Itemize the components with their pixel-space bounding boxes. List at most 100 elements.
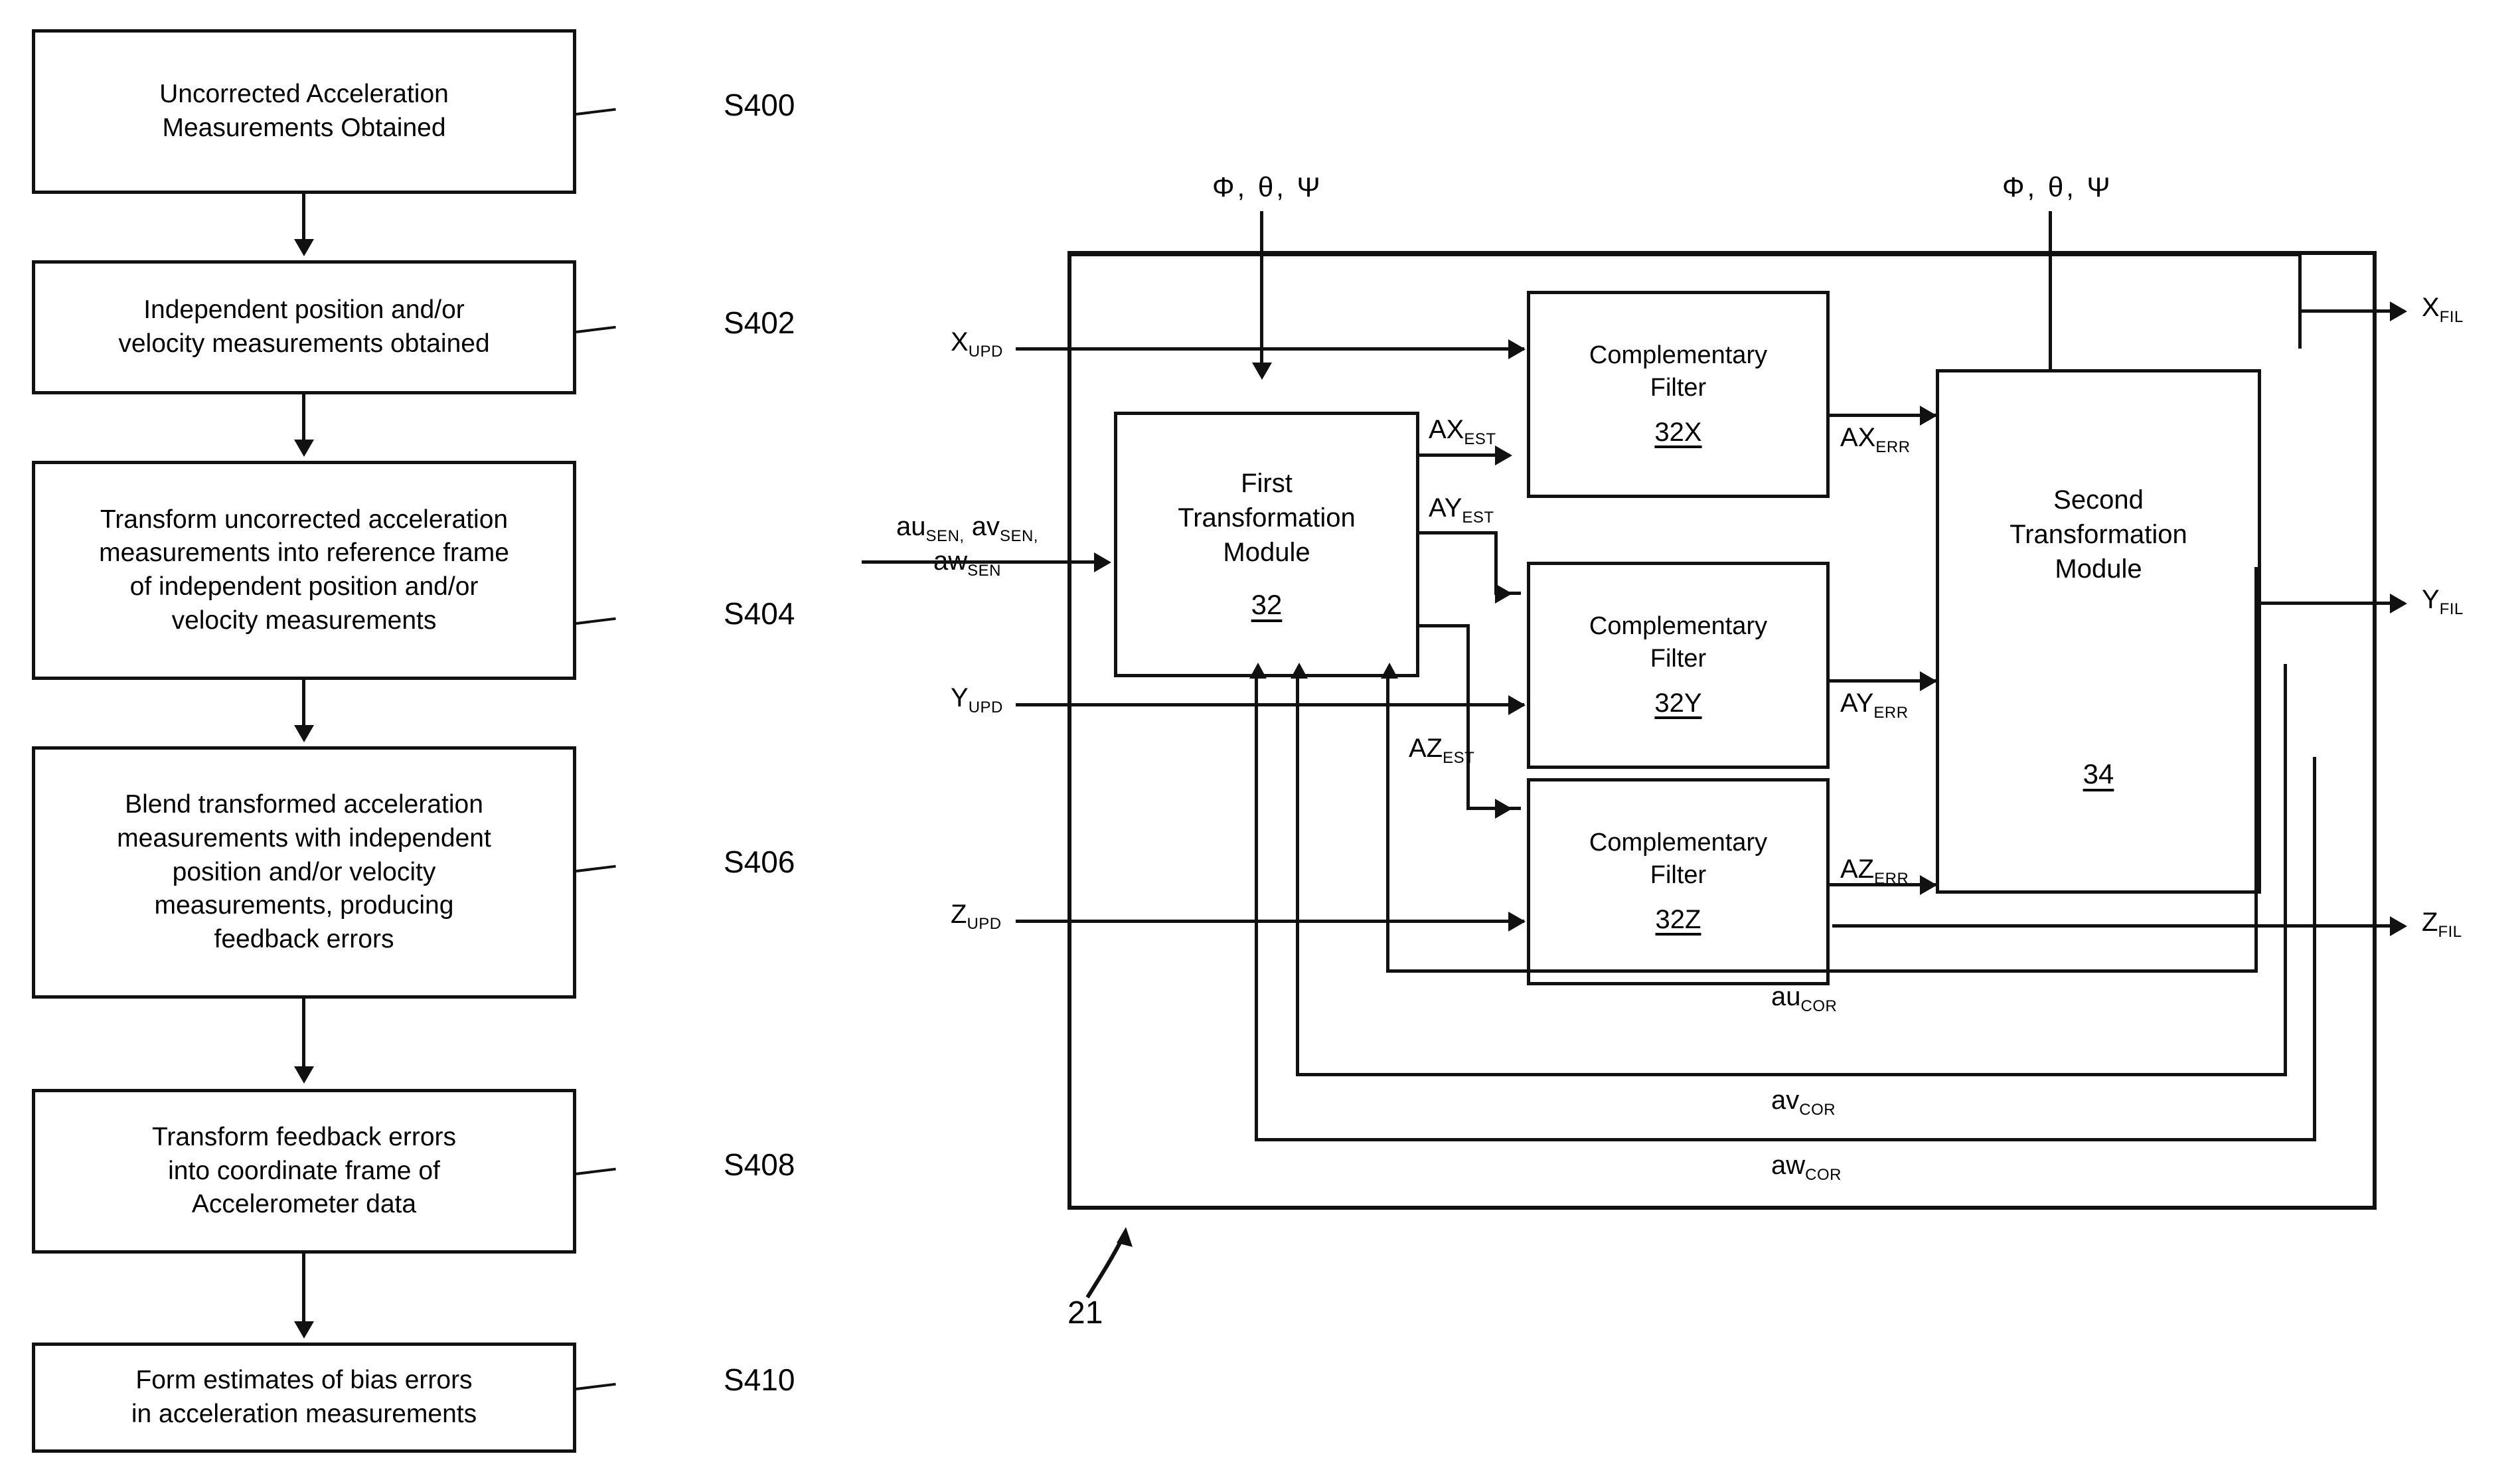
z-upd-line xyxy=(1016,920,1524,923)
flow-connector-5 xyxy=(302,1254,305,1325)
first-transformation-module: First Transformation Module 32 xyxy=(1114,412,1419,677)
ay-err-arrow xyxy=(1920,671,1937,691)
second-transformation-module-number-wrap: 34 xyxy=(1939,756,2258,793)
z-upd-sub: UPD xyxy=(967,915,1002,933)
first-transformation-module-label: First Transformation Module 32 xyxy=(1168,466,1365,623)
au-cor-label: auCOR xyxy=(1771,981,1837,1016)
aw-cor-sub: COR xyxy=(1805,1166,1842,1184)
x-fil-arrow xyxy=(2390,301,2407,321)
x-fil-label: XFIL xyxy=(2422,292,2464,327)
flow-step-s400-id: S400 xyxy=(724,88,795,122)
av-cor-label: avCOR xyxy=(1771,1085,1836,1119)
flow-step-s410-id: S410 xyxy=(724,1362,795,1397)
av-cor-arrow xyxy=(1291,663,1308,679)
az-est-seg-h2 xyxy=(1466,807,1521,810)
au-cor-base: au xyxy=(1771,982,1801,1011)
complementary-filter-32y: Complementary Filter 32Y xyxy=(1527,562,1830,769)
z-fil-line-inner xyxy=(1832,924,2404,928)
leader-s402 xyxy=(576,325,616,333)
ay-est-seg-h1 xyxy=(1419,531,1498,534)
av-cor-bottom xyxy=(1296,1073,2287,1076)
flow-step-s408-id: S408 xyxy=(724,1147,795,1182)
first-transformation-module-number: 32 xyxy=(1251,588,1283,620)
second-transformation-module-number: 34 xyxy=(2083,758,2114,789)
system-ref-number: 21 xyxy=(1067,1295,1103,1331)
az-est-arrow xyxy=(1495,799,1512,819)
az-err-base: AZ xyxy=(1840,855,1875,884)
flow-step-s406-id: S406 xyxy=(724,845,795,879)
ay-est-sub: EST xyxy=(1462,509,1494,527)
flow-step-s400-text: Uncorrected Acceleration Measurements Ob… xyxy=(159,80,449,142)
az-est-seg-v xyxy=(1466,624,1470,810)
flow-step-s406: Blend transformed acceleration measureme… xyxy=(32,746,576,999)
ay-err-base: AY xyxy=(1840,689,1874,718)
aw-sub: SEN xyxy=(967,561,1001,580)
az-est-seg-h1 xyxy=(1419,624,1470,627)
au-sub: SEN, xyxy=(925,527,965,545)
complementary-filter-32z-label: Complementary Filter 32Z xyxy=(1580,827,1776,938)
av-base: av xyxy=(971,512,1000,541)
ay-est-base: AY xyxy=(1429,493,1462,523)
z-fil-arrow xyxy=(2390,916,2407,936)
ay-err-sub: ERR xyxy=(1873,704,1909,722)
attitude-input-right-label: Φ, θ, Ψ xyxy=(2002,171,2113,203)
aw-cor-label: awCOR xyxy=(1771,1150,1842,1185)
flow-arrow-2 xyxy=(294,440,314,457)
attitude-input-left-label: Φ, θ, Ψ xyxy=(1212,171,1323,203)
flow-step-s404-id: S404 xyxy=(724,596,795,631)
av-cor-riser-right xyxy=(2284,664,2287,1076)
aw-cor-bottom xyxy=(1255,1138,2316,1141)
ay-est-arrow xyxy=(1495,584,1512,604)
flow-step-s400: Uncorrected Acceleration Measurements Ob… xyxy=(32,29,576,194)
y-fil-sub: FIL xyxy=(2439,600,2464,618)
az-err-label: AZERR xyxy=(1840,854,1909,888)
flow-arrow-3 xyxy=(294,725,314,742)
ax-err-sub: ERR xyxy=(1875,438,1911,456)
system-ref-leader xyxy=(1085,1227,1133,1299)
second-transformation-module-label: Second Transformation Module xyxy=(1939,483,2258,586)
z-fil-sub: FIL xyxy=(2438,923,2462,941)
flow-connector-3 xyxy=(302,680,305,729)
flow-step-s404: Transform uncorrected acceleration measu… xyxy=(32,461,576,680)
x-upd-sub: UPD xyxy=(968,343,1003,361)
flow-step-s402-id: S402 xyxy=(724,305,795,340)
flow-step-s406-text: Blend transformed acceleration measureme… xyxy=(117,790,491,954)
flow-connector-1 xyxy=(302,194,305,243)
y-upd-label: YUPD xyxy=(951,683,1003,717)
az-err-arrow xyxy=(1920,875,1937,895)
flow-step-s408: Transform feedback errors into coordinat… xyxy=(32,1089,576,1254)
x-fil-line xyxy=(2298,309,2404,313)
av-cor-base: av xyxy=(1771,1086,1800,1115)
sensor-accel-input-line xyxy=(862,560,1097,564)
complementary-filter-32y-number: 32Y xyxy=(1654,689,1702,718)
complementary-filter-32x-number: 32X xyxy=(1654,418,1702,448)
z-fil-label: ZFIL xyxy=(2422,907,2462,941)
ay-err-label: AYERR xyxy=(1840,688,1909,722)
y-fil-label: YFIL xyxy=(2422,584,2464,619)
second-transformation-module-name: Second Transformation Module xyxy=(2009,485,2187,584)
complementary-filter-32x: Complementary Filter 32X xyxy=(1527,291,1830,498)
x-fil-riser xyxy=(2298,253,2302,349)
flow-step-s410: Form estimates of bias errors in acceler… xyxy=(32,1343,576,1453)
figure-canvas: Uncorrected Acceleration Measurements Ob… xyxy=(0,0,2520,1472)
flow-arrow-5 xyxy=(294,1321,314,1339)
flow-connector-4 xyxy=(302,999,305,1070)
z-fil-base: Z xyxy=(2422,908,2438,937)
ax-est-arrow xyxy=(1495,446,1512,465)
au-base: au xyxy=(896,512,926,541)
complementary-filter-32x-name: Complementary Filter xyxy=(1589,341,1768,402)
z-upd-label: ZUPD xyxy=(951,899,1002,934)
flow-step-s408-text: Transform feedback errors into coordinat… xyxy=(151,1122,457,1219)
ax-est-label: AXEST xyxy=(1429,414,1496,449)
au-cor-riser-left xyxy=(1386,677,1389,969)
x-upd-base: X xyxy=(951,327,969,357)
y-upd-line xyxy=(1016,703,1524,706)
x-upd-line xyxy=(1016,347,1524,351)
sensor-accel-input-line1: auSEN, avSEN, xyxy=(864,511,1070,546)
flow-arrow-4 xyxy=(294,1066,314,1084)
au-cor-arrow xyxy=(1381,663,1398,679)
aw-cor-riser-left xyxy=(1255,677,1258,1138)
z-upd-arrow xyxy=(1508,912,1526,932)
x-fil-base: X xyxy=(2422,293,2440,322)
av-cor-riser-left xyxy=(1296,677,1299,1073)
